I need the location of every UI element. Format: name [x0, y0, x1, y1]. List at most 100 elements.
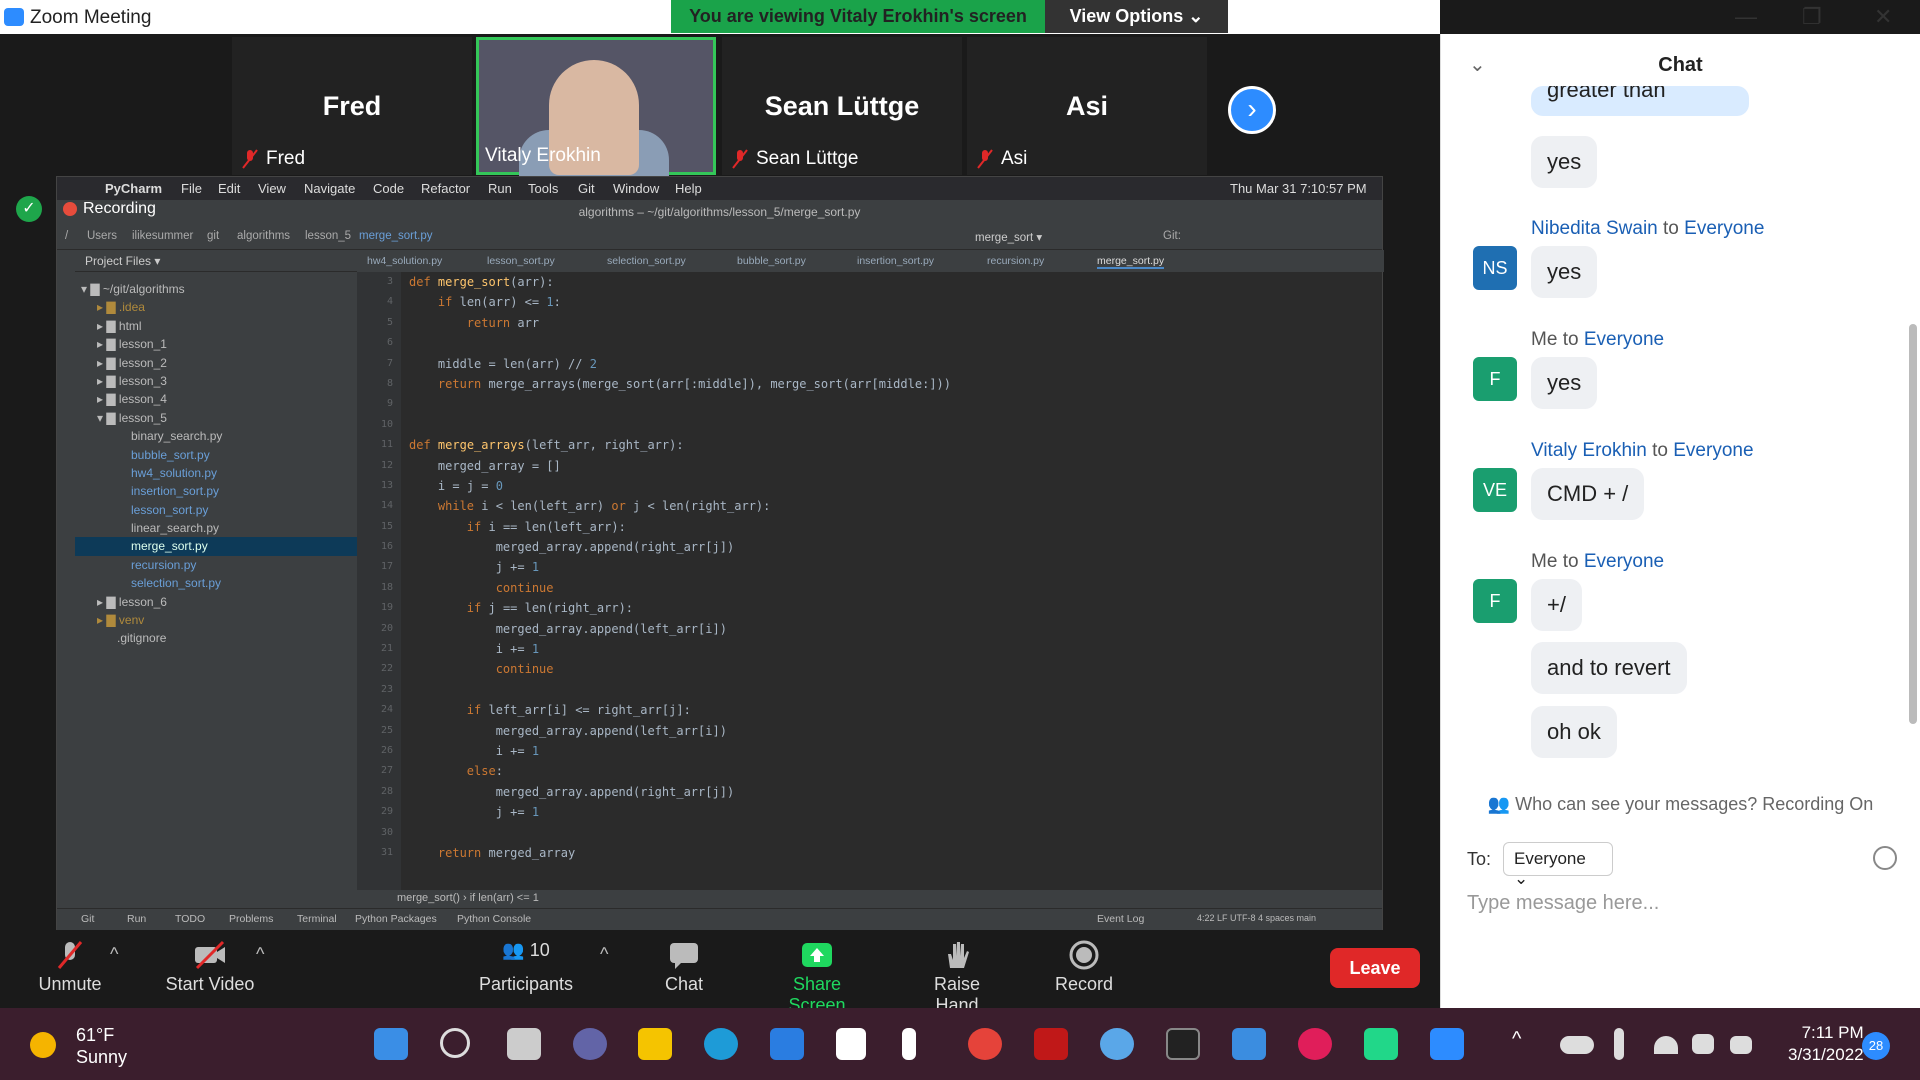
participants-count: 10: [529, 940, 550, 960]
tool-window-strip: [57, 250, 75, 900]
chat-sender: Nibedita Swain to Everyone: [1531, 218, 1764, 240]
sender-name: Me: [1531, 329, 1558, 350]
mail-icon[interactable]: [770, 1028, 804, 1060]
sender-target: Everyone: [1583, 551, 1665, 572]
arrow-app-icon[interactable]: [902, 1028, 916, 1060]
muted-mic-icon: [732, 149, 748, 169]
zoom-icon[interactable]: [1430, 1028, 1464, 1060]
emoji-icon[interactable]: [1873, 846, 1897, 870]
code-editor: 3 4 5 6 7 8 9 10 11 12 13 14 15 16 17 18 19 20 21 22 23 24 25 2…: [357, 272, 1375, 890]
pycharm-icon[interactable]: [1364, 1028, 1398, 1060]
participants-options-caret[interactable]: ^: [600, 944, 608, 965]
mac-clock: Thu Mar 31 7:10:57 PM: [1230, 181, 1367, 196]
minimize-button[interactable]: —: [1735, 4, 1757, 30]
chat-button[interactable]: Chat: [660, 940, 708, 995]
raise-hand-button[interactable]: Raise Hand: [910, 940, 1004, 1016]
video-options-caret[interactable]: ^: [256, 944, 264, 965]
line-number: 10: [380, 418, 393, 430]
close-button[interactable]: ✕: [1874, 4, 1892, 30]
participant-tile[interactable]: Asi Asi: [967, 37, 1207, 175]
editor-tab: bubble_sort.py: [737, 255, 806, 267]
tool-item: Terminal: [297, 913, 337, 925]
search-icon[interactable]: [440, 1028, 470, 1058]
record-button[interactable]: Record: [1052, 940, 1116, 995]
tree-item: hw4_solution.py: [131, 465, 218, 480]
recording-label: Recording: [83, 200, 156, 217]
slack-icon[interactable]: [1298, 1028, 1332, 1060]
participant-tile[interactable]: Sean Lüttge Sean Lüttge: [722, 37, 962, 175]
editor-tab: selection_sort.py: [607, 255, 686, 267]
file-explorer-icon[interactable]: [638, 1028, 672, 1060]
dropbox-icon[interactable]: [836, 1028, 866, 1060]
breadcrumb-item: algorithms: [237, 230, 291, 242]
show-hidden-icons-chevron[interactable]: ^: [1512, 1028, 1546, 1060]
share-screen-button[interactable]: Share Screen: [762, 940, 872, 1016]
recipient-dropdown[interactable]: Everyone ⌄: [1503, 842, 1613, 888]
notice-text: Who can see your messages? Recording On: [1515, 794, 1874, 814]
code-text: def merge_sort(arr): if len(arr) <= 1: r…: [409, 272, 951, 863]
tree-item: ▸ ▇ .idea: [97, 300, 145, 315]
chat-sender: Me to Everyone: [1531, 329, 1664, 351]
notepad-icon[interactable]: [1232, 1028, 1266, 1060]
windows-start-icon[interactable]: [374, 1028, 408, 1060]
participants-icon-row: 👥 10: [476, 940, 576, 974]
muted-mic-icon: [242, 149, 258, 169]
sender-to: to: [1562, 329, 1579, 350]
battery-icon[interactable]: [1730, 1036, 1752, 1054]
line-number: 23: [380, 683, 393, 695]
mcafee-icon[interactable]: [1034, 1028, 1068, 1060]
task-view-icon[interactable]: [507, 1028, 541, 1060]
notification-badge[interactable]: 28: [1862, 1032, 1890, 1060]
system-clock[interactable]: 7:11 PM 3/31/2022: [1788, 1022, 1864, 1066]
code-line: continue: [495, 580, 554, 595]
participant-big-name: Asi: [1065, 91, 1109, 121]
participant-tile-video[interactable]: Vitaly Erokhin: [476, 37, 716, 178]
edge-icon[interactable]: [704, 1028, 738, 1060]
project-panel-header: Project Files ▾: [75, 250, 357, 272]
next-participants-button[interactable]: ›: [1228, 86, 1276, 134]
participant-label: Fred: [266, 148, 306, 169]
line-number: 26: [380, 744, 393, 756]
participant-label: Asi: [1001, 148, 1028, 169]
wifi-icon[interactable]: [1654, 1036, 1678, 1054]
code-line: continue: [495, 662, 554, 677]
tree-item: linear_search.py: [131, 521, 220, 536]
participant-tile[interactable]: Fred Fred: [232, 37, 472, 175]
code-line: merged_array.append(left_arr[i]): [495, 621, 727, 636]
tool-window-bar: Git Run TODO Problems Terminal Python Pa…: [57, 908, 1382, 930]
editor-breadcrumb: merge_sort() › if len(arr) <= 1: [57, 890, 1382, 908]
chat-message-bubble: CMD + /: [1531, 468, 1645, 520]
message-input[interactable]: Type message here...: [1467, 892, 1659, 915]
terminal-icon[interactable]: [1166, 1028, 1200, 1060]
weather-temp: 61°F: [76, 1025, 115, 1045]
line-number: 30: [380, 826, 393, 838]
unmute-button[interactable]: Unmute: [32, 940, 108, 995]
chat-scrollbar[interactable]: [1909, 324, 1917, 724]
chat-visibility-notice[interactable]: 👥 Who can see your messages? Recording O…: [1441, 794, 1920, 815]
tree-item: ▸ ▇ lesson_2: [97, 355, 167, 370]
audio-options-caret[interactable]: ^: [110, 944, 118, 965]
leave-button[interactable]: Leave: [1330, 948, 1420, 988]
onedrive-icon[interactable]: [1560, 1036, 1594, 1054]
chrome-icon[interactable]: [968, 1028, 1002, 1060]
weather-widget[interactable]: 61°F Sunny: [30, 1024, 127, 1068]
mac-menu-item: Edit: [218, 181, 241, 196]
mac-menu-item: Refactor: [421, 181, 471, 196]
paint-icon[interactable]: [1100, 1028, 1134, 1060]
microphone-icon[interactable]: [1614, 1028, 1624, 1060]
chat-panel: ⌄ Chat greater than yes Nibedita Swain t…: [1440, 34, 1920, 1008]
line-number: 31: [380, 846, 393, 858]
restore-button[interactable]: ❐: [1802, 4, 1822, 30]
volume-icon[interactable]: [1692, 1034, 1714, 1054]
view-options-button[interactable]: View Options ⌄: [1045, 0, 1228, 33]
tree-item: bubble_sort.py: [131, 447, 210, 462]
chat-icon: [670, 943, 698, 969]
breadcrumb-item: git: [207, 230, 220, 242]
to-label: To:: [1467, 849, 1492, 869]
teams-chat-icon[interactable]: [573, 1028, 607, 1060]
event-log: Event Log: [1097, 913, 1145, 925]
mac-menu-item: Window: [613, 181, 660, 196]
participants-button[interactable]: 👥 10 Participants: [476, 940, 576, 995]
start-video-button[interactable]: Start Video: [160, 940, 260, 995]
sender-name: Vitaly Erokhin: [1531, 440, 1647, 461]
